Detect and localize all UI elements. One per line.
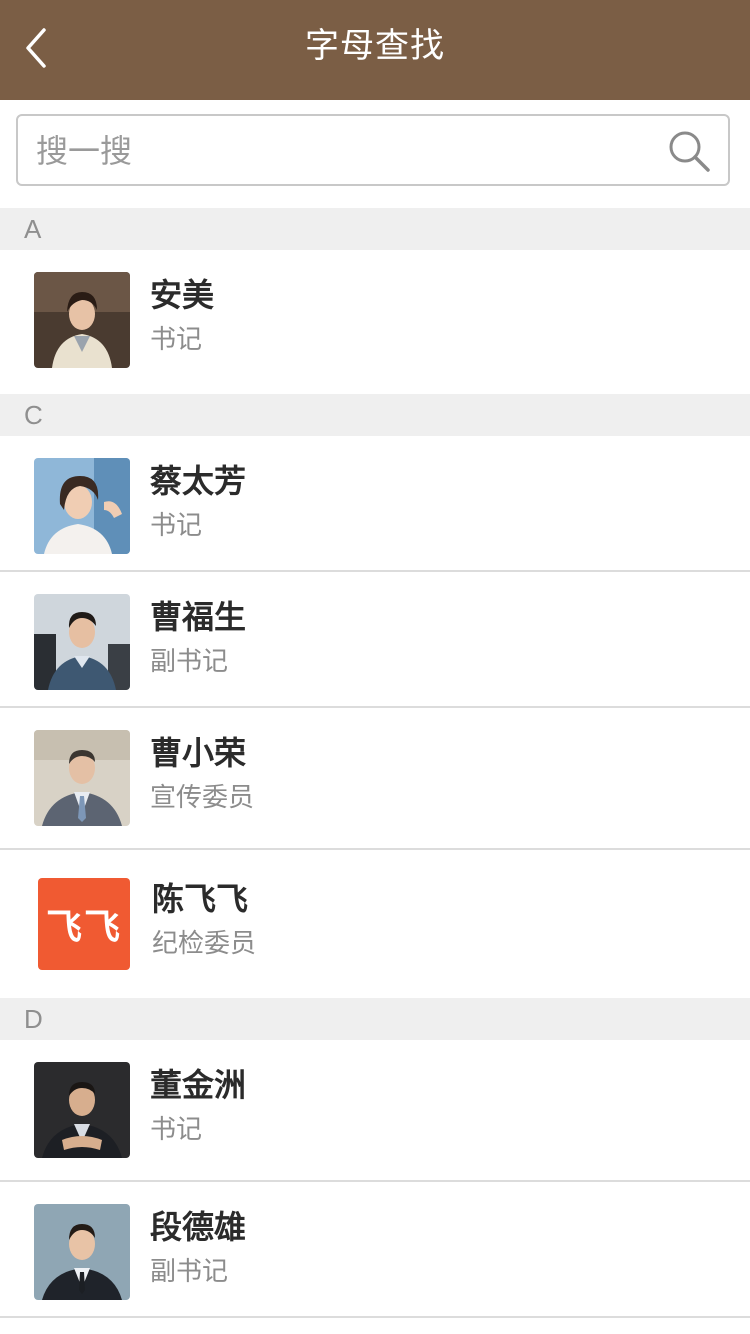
avatar — [34, 1204, 130, 1300]
contact-role: 书记 — [150, 511, 203, 541]
avatar — [34, 272, 130, 368]
avatar — [34, 1062, 130, 1158]
logo-text: 飞飞 — [45, 907, 122, 948]
contact-role: 副书记 — [150, 1257, 229, 1287]
avatar — [34, 458, 130, 554]
contact-list: A 安美 书记 C 蔡太芳 书记 曹福生 副书记 曹小荣 宣传委员 飞飞 陈飞飞… — [0, 208, 750, 1318]
avatar — [34, 730, 130, 826]
contact-row[interactable]: 飞飞 陈飞飞 纪检委员 — [0, 850, 750, 998]
contact-row[interactable]: 安美 书记 — [0, 250, 750, 394]
contact-name: 曹小荣 — [150, 734, 247, 772]
contact-row[interactable]: 蔡太芳 书记 — [0, 436, 750, 572]
search-icon[interactable] — [666, 128, 712, 174]
search-bar — [0, 100, 750, 206]
avatar — [34, 594, 130, 690]
contact-role: 书记 — [150, 1115, 203, 1145]
section-header-a: A — [0, 208, 750, 250]
contact-row[interactable]: 段德雄 副书记 — [0, 1182, 750, 1318]
contact-role: 纪检委员 — [152, 929, 257, 959]
section-header-d: D — [0, 998, 750, 1040]
contact-name: 曹福生 — [150, 598, 247, 636]
contact-name: 段德雄 — [150, 1208, 247, 1246]
search-input[interactable] — [34, 116, 648, 186]
contact-role: 副书记 — [150, 647, 229, 677]
app-header: 字母查找 — [0, 0, 750, 100]
section-header-c: C — [0, 394, 750, 436]
contact-name: 安美 — [150, 276, 215, 314]
page-title: 字母查找 — [305, 26, 445, 66]
contact-name: 董金洲 — [150, 1066, 247, 1104]
contact-name: 蔡太芳 — [150, 462, 247, 500]
contact-name: 陈飞飞 — [152, 880, 249, 918]
contact-role: 书记 — [150, 325, 203, 355]
logo-avatar: 飞飞 — [38, 878, 130, 970]
contact-row[interactable]: 董金洲 书记 — [0, 1040, 750, 1182]
contact-role: 宣传委员 — [150, 783, 255, 813]
contact-row[interactable]: 曹福生 副书记 — [0, 572, 750, 708]
contact-row[interactable]: 曹小荣 宣传委员 — [0, 708, 750, 850]
search-box — [16, 114, 730, 186]
